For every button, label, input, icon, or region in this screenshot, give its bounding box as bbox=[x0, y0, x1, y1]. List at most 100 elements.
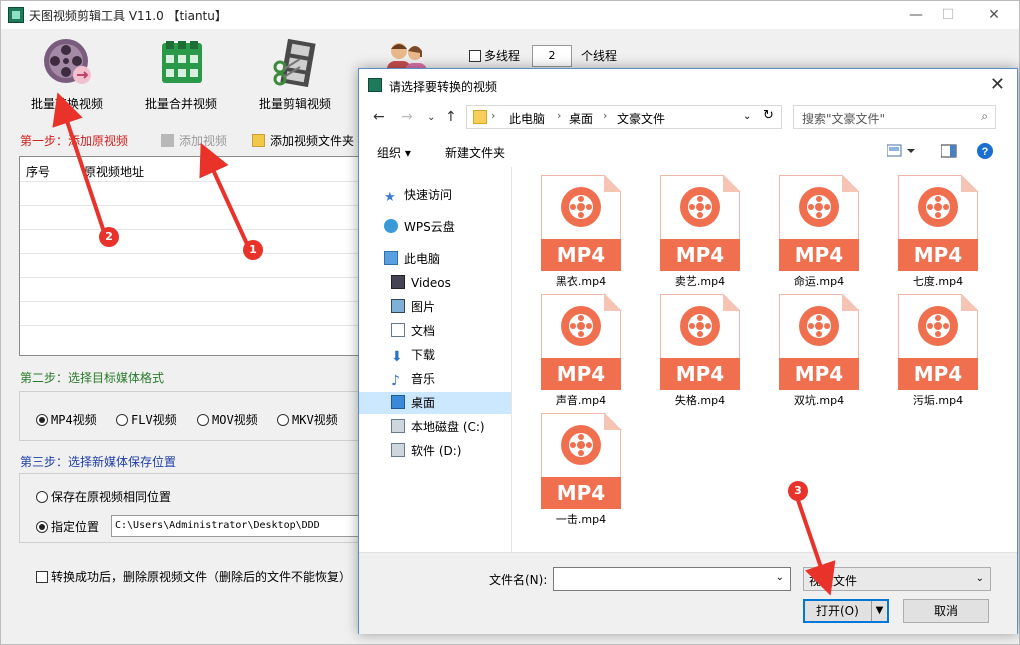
file-item[interactable]: MP4 命运.mp4 bbox=[767, 174, 871, 288]
nav-wps-cloud[interactable]: WPS云盘 bbox=[384, 216, 510, 238]
format-radio-mkv[interactable] bbox=[277, 414, 289, 426]
open-button[interactable]: 打开(O) ▼ bbox=[803, 599, 889, 623]
batch-convert-label: 批量转换视频 bbox=[30, 97, 103, 111]
delete-original-check-box[interactable] bbox=[36, 571, 48, 583]
col-header-index: 序号 bbox=[26, 165, 51, 179]
multithread-checkbox[interactable]: 多线程 bbox=[469, 47, 520, 64]
open-split-arrow-icon[interactable]: ▼ bbox=[871, 601, 887, 621]
app-title: 天图视频剪辑工具 V11.0 【tiantu】 bbox=[29, 9, 227, 23]
step2-title: 第二步：选择目标媒体格式 bbox=[20, 371, 165, 385]
delete-original-checkbox[interactable]: 转换成功后，删除原视频文件（删除后的文件不能恢复） bbox=[36, 568, 351, 585]
format-option-mp4[interactable]: MP4视频 bbox=[36, 411, 97, 428]
batch-edit-button[interactable]: 批量剪辑视频 bbox=[245, 33, 345, 117]
nav-label: 图片 bbox=[411, 300, 436, 314]
nav-pictures[interactable]: 图片 bbox=[391, 296, 517, 318]
batch-merge-button[interactable]: 批量合并视频 bbox=[131, 33, 231, 117]
refresh-icon[interactable]: ↻ bbox=[763, 108, 774, 123]
file-name: 七度.mp4 bbox=[912, 275, 964, 288]
file-name: 一击.mp4 bbox=[555, 513, 607, 526]
dialog-close-icon[interactable]: ✕ bbox=[990, 74, 1005, 95]
file-item[interactable]: MP4 污垢.mp4 bbox=[886, 293, 990, 407]
address-bar[interactable]: › 此电脑 › 桌面 › 文豪文件 ⌄ ↻ bbox=[466, 105, 782, 129]
file-item[interactable]: MP4 双坑.mp4 bbox=[767, 293, 871, 407]
format-radio-mov[interactable] bbox=[197, 414, 209, 426]
batch-edit-label: 批量剪辑视频 bbox=[258, 97, 331, 111]
nav-this-pc[interactable]: 此电脑 bbox=[384, 248, 510, 270]
nav-label: 桌面 bbox=[411, 396, 436, 410]
breadcrumb-this-pc[interactable]: 此电脑 bbox=[509, 110, 545, 127]
maximize-button[interactable]: ☐ bbox=[933, 5, 963, 25]
cloud-icon bbox=[384, 219, 398, 233]
file-item[interactable]: MP4 失格.mp4 bbox=[648, 293, 752, 407]
organize-button[interactable]: 组织 ▾ bbox=[377, 144, 411, 161]
format-radio-flv[interactable] bbox=[116, 414, 128, 426]
annotation-marker-2: 2 bbox=[99, 227, 119, 247]
mp4-file-icon: MP4 bbox=[541, 174, 622, 271]
format-option-mkv[interactable]: MKV视频 bbox=[277, 411, 338, 428]
save-same-radio[interactable] bbox=[36, 491, 48, 503]
filename-input[interactable]: ⌄ bbox=[553, 567, 791, 591]
minimize-button[interactable]: — bbox=[901, 5, 931, 25]
view-options-icon[interactable] bbox=[886, 144, 917, 161]
format-option-flv[interactable]: FLV视频 bbox=[116, 411, 177, 428]
breadcrumb-desktop[interactable]: 桌面 bbox=[569, 110, 593, 127]
nav-quick-access[interactable]: ★ 快速访问 bbox=[384, 184, 510, 206]
up-arrow-icon[interactable]: ↑ bbox=[445, 109, 457, 125]
save-custom-radio[interactable] bbox=[36, 521, 48, 533]
filetype-select[interactable]: 视频文件 ⌄ bbox=[803, 567, 991, 591]
file-item[interactable]: MP4 声音.mp4 bbox=[529, 293, 633, 407]
file-item[interactable]: MP4 卖艺.mp4 bbox=[648, 174, 752, 288]
search-placeholder: 搜索"文豪文件" bbox=[802, 112, 886, 126]
nav-music[interactable]: ♪ 音乐 bbox=[391, 368, 517, 390]
format-radio-mp4[interactable] bbox=[36, 414, 48, 426]
nav-downloads[interactable]: ⬇ 下载 bbox=[391, 344, 517, 366]
nav-videos[interactable]: Videos bbox=[391, 272, 517, 294]
table-row bbox=[20, 181, 363, 182]
format-label-mkv: MKV视频 bbox=[292, 413, 338, 427]
video-list-table[interactable]: 序号 原视频地址 bbox=[19, 156, 364, 356]
nav-documents[interactable]: 文档 bbox=[391, 320, 517, 342]
table-row bbox=[20, 277, 363, 278]
save-same-option[interactable]: 保存在原视频相同位置 bbox=[36, 488, 171, 505]
preview-pane-icon[interactable] bbox=[940, 144, 957, 161]
file-item[interactable]: MP4 七度.mp4 bbox=[886, 174, 990, 288]
step3-title: 第三步：选择新媒体保存位置 bbox=[20, 455, 177, 469]
add-folder-button[interactable]: 添加视频文件夹 bbox=[252, 132, 354, 149]
table-row bbox=[20, 229, 363, 230]
nav-label: 文档 bbox=[411, 324, 436, 338]
open-file-dialog: 请选择要转换的视频 ✕ ← → ⌄ ↑ › 此电脑 › 桌面 › 文豪文件 ⌄ … bbox=[358, 68, 1018, 634]
save-custom-option[interactable]: 指定位置 bbox=[36, 518, 99, 535]
forward-arrow-icon[interactable]: → bbox=[401, 109, 413, 125]
nav-desktop[interactable]: 桌面 bbox=[359, 392, 511, 414]
nav-label: 音乐 bbox=[411, 372, 436, 386]
breadcrumb-folder[interactable]: 文豪文件 bbox=[617, 110, 665, 127]
dialog-footer: 文件名(N): ⌄ 视频文件 ⌄ 打开(O) ▼ 取消 bbox=[359, 552, 1017, 634]
back-arrow-icon[interactable]: ← bbox=[373, 109, 385, 125]
cancel-button[interactable]: 取消 bbox=[903, 599, 989, 623]
multithread-check-box[interactable] bbox=[469, 50, 481, 62]
batch-convert-button[interactable]: 批量转换视频 bbox=[17, 33, 117, 117]
filename-dropdown-icon[interactable]: ⌄ bbox=[776, 572, 784, 583]
search-input[interactable]: 搜索"文豪文件" ⌕ bbox=[793, 105, 996, 129]
address-dropdown-icon[interactable]: ⌄ bbox=[743, 111, 751, 122]
nav-drive-c[interactable]: 本地磁盘 (C:) bbox=[391, 416, 517, 438]
nav-label: 本地磁盘 (C:) bbox=[411, 420, 485, 434]
format-option-mov[interactable]: MOV视频 bbox=[197, 411, 258, 428]
dialog-title: 请选择要转换的视频 bbox=[389, 80, 498, 94]
annotation-marker-1: 1 bbox=[243, 240, 263, 260]
nav-drive-d[interactable]: 软件 (D:) bbox=[391, 440, 517, 462]
help-icon[interactable]: ? bbox=[976, 142, 994, 163]
file-item[interactable]: MP4 黑衣.mp4 bbox=[529, 174, 633, 288]
search-icon: ⌕ bbox=[981, 109, 988, 123]
file-item[interactable]: MP4 一击.mp4 bbox=[529, 412, 633, 526]
save-path-input[interactable]: C:\Users\Administrator\Desktop\DDD bbox=[111, 515, 361, 537]
recent-chevron-icon[interactable]: ⌄ bbox=[427, 112, 435, 123]
crumb-sep-icon: › bbox=[491, 109, 496, 122]
film-reel-convert-icon bbox=[42, 37, 92, 87]
thread-count-input[interactable]: 2 bbox=[532, 45, 572, 67]
save-same-label: 保存在原视频相同位置 bbox=[51, 490, 172, 504]
close-button[interactable]: ✕ bbox=[979, 5, 1009, 25]
add-video-button[interactable]: 添加视频 bbox=[161, 132, 227, 149]
table-row bbox=[20, 253, 363, 254]
new-folder-button[interactable]: 新建文件夹 bbox=[445, 144, 505, 161]
